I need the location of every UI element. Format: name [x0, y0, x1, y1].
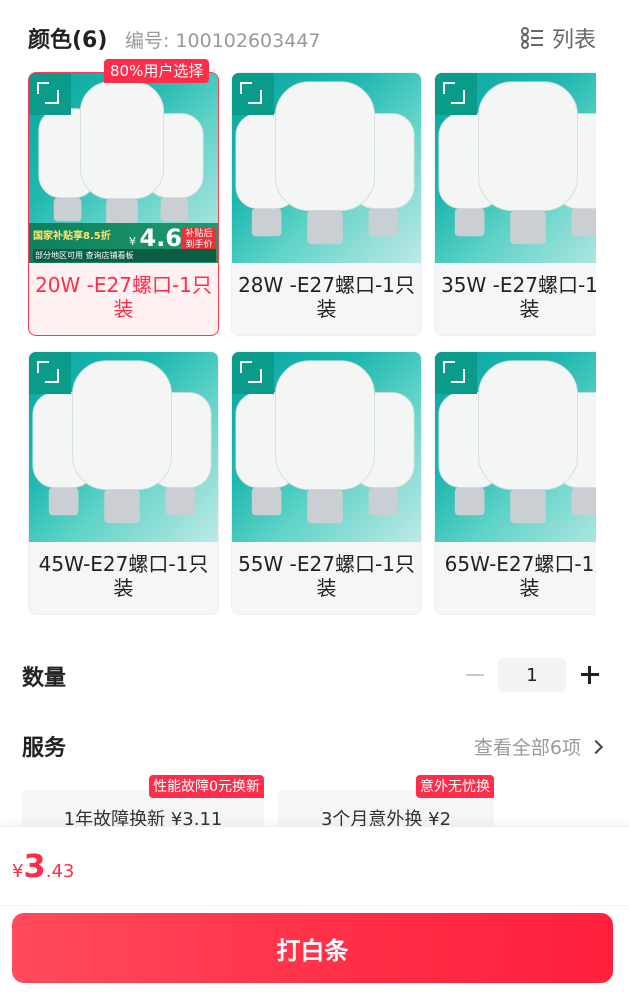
view-all-services-link[interactable]: 查看全部6项	[473, 733, 604, 760]
variant-grid: 国家补贴享8.5折 ¥ 4.6 补贴后到手价 部分地区可用 查询店铺看板 20W…	[28, 72, 596, 617]
variant-label: 55W -E27螺口-1只装	[238, 552, 415, 600]
chevron-right-icon	[588, 739, 604, 754]
promo-currency: ¥	[129, 235, 136, 248]
list-label: 列表	[551, 28, 596, 53]
service-badge: 性能故障0元换新	[149, 775, 264, 798]
view-all-label: 查看全部6项	[473, 737, 581, 759]
promo-text: 国家补贴享8.5折	[33, 231, 111, 242]
expand-corner-icon	[232, 73, 274, 115]
variant-image: 国家补贴享8.5折 ¥ 4.6 补贴后到手价 部分地区可用 查询店铺看板	[29, 73, 218, 263]
price-currency: ¥	[12, 861, 24, 882]
variant-label: 45W-E27螺口-1只装	[38, 552, 209, 600]
total-price: ¥3.43	[12, 847, 74, 885]
variant-card-35w[interactable]: 35W -E27螺口-1只装	[434, 72, 596, 336]
variant-card-65w[interactable]: 65W-E27螺口-1只装	[434, 351, 596, 615]
product-code: 编号: 100102603447	[125, 30, 321, 52]
variant-image	[435, 73, 596, 263]
variant-label: 20W -E27螺口-1只装	[35, 273, 212, 321]
color-title: 颜色(6)	[28, 28, 108, 53]
quantity-increase-button[interactable]	[577, 662, 603, 688]
variant-label: 35W -E27螺口-1只装	[441, 273, 596, 321]
divider	[0, 905, 629, 906]
variant-card-20w[interactable]: 国家补贴享8.5折 ¥ 4.6 补贴后到手价 部分地区可用 查询店铺看板 20W…	[28, 72, 219, 336]
list-icon	[520, 27, 543, 49]
quantity-input[interactable]	[498, 658, 566, 692]
price-integer: 3	[23, 847, 46, 885]
checkout-bar: ¥3.43 打白条	[0, 826, 629, 1002]
variant-card-28w[interactable]: 28W -E27螺口-1只装	[231, 72, 422, 336]
variant-label: 65W-E27螺口-1只装	[444, 552, 596, 600]
expand-corner-icon	[29, 352, 71, 394]
variant-image	[232, 73, 421, 263]
quantity-label: 数量	[22, 666, 67, 691]
list-view-toggle[interactable]: 列表	[520, 22, 596, 54]
expand-corner-icon	[29, 73, 71, 115]
variant-card-55w[interactable]: 55W -E27螺口-1只装	[231, 351, 422, 615]
price-decimal: .43	[45, 861, 75, 882]
expand-corner-icon	[435, 73, 477, 115]
variant-card-45w[interactable]: 45W-E27螺口-1只装	[28, 351, 219, 615]
service-badge: 意外无忧换	[416, 775, 494, 798]
promo-banner: 国家补贴享8.5折 ¥ 4.6 补贴后到手价 部分地区可用 查询店铺看板	[29, 223, 218, 263]
variant-image	[232, 352, 421, 542]
services-label: 服务	[22, 736, 67, 761]
credit-pay-button[interactable]: 打白条	[12, 913, 613, 983]
promo-subtext: 部分地区可用 查询店铺看板	[33, 249, 216, 262]
expand-corner-icon	[232, 352, 274, 394]
variant-header: 颜色(6) 编号: 100102603447 列表	[28, 20, 598, 54]
popular-choice-badge: 80%用户选择	[104, 59, 210, 83]
quantity-decrease-button[interactable]	[462, 662, 488, 688]
variant-label: 28W -E27螺口-1只装	[238, 273, 415, 321]
promo-price: 4.6	[139, 224, 182, 252]
variant-image	[29, 352, 218, 542]
expand-corner-icon	[435, 352, 477, 394]
variant-image	[435, 352, 596, 542]
